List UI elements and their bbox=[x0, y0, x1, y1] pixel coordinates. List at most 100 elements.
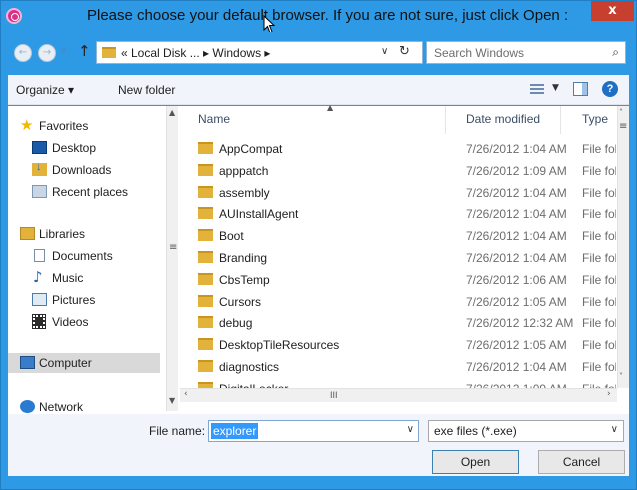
file-name: AppCompat bbox=[219, 142, 283, 156]
file-list-horizontal-scrollbar[interactable]: ‹ III › bbox=[180, 388, 617, 402]
sidebar-item-downloads[interactable]: Downloads bbox=[8, 160, 160, 180]
refresh-icon[interactable]: ↻ bbox=[399, 44, 410, 59]
organize-button[interactable]: Organize ▾ bbox=[16, 83, 74, 97]
column-header-label: Date modified bbox=[466, 112, 541, 126]
app-logo-icon bbox=[6, 8, 22, 24]
title-bar: Please choose your default browser. If y… bbox=[1, 1, 636, 34]
file-type: File fol bbox=[582, 207, 616, 222]
table-row[interactable]: Cursors 7/26/2012 1:05 AM File fol bbox=[180, 291, 617, 313]
search-icon[interactable]: ⌕ bbox=[612, 45, 619, 60]
close-button[interactable]: x bbox=[591, 1, 634, 21]
folder-icon bbox=[198, 185, 213, 198]
file-date-modified: 7/26/2012 1:04 AM bbox=[466, 142, 567, 156]
address-bar[interactable]: « Local Disk ... ▸ Windows ▸ ∨ ↻ bbox=[96, 41, 423, 64]
file-name: CbsTemp bbox=[219, 272, 270, 287]
forward-button[interactable]: → bbox=[38, 44, 56, 62]
up-button[interactable]: ↑ bbox=[78, 42, 91, 60]
file-type: File fol bbox=[582, 316, 616, 331]
sidebar-item-label: Videos bbox=[52, 315, 89, 329]
file-type-select[interactable]: exe files (*.exe) ∨ bbox=[428, 420, 624, 442]
pictures-icon bbox=[32, 293, 47, 306]
scroll-up-arrow-icon[interactable]: ▲ bbox=[169, 108, 175, 117]
table-row[interactable]: CbsTemp 7/26/2012 1:06 AM File fol bbox=[180, 269, 617, 291]
folder-icon bbox=[198, 360, 213, 372]
sidebar-item-libraries[interactable]: Libraries bbox=[8, 224, 160, 244]
file-name: Boot bbox=[219, 229, 244, 244]
file-name: AUInstallAgent bbox=[219, 207, 299, 222]
cancel-button[interactable]: Cancel bbox=[538, 450, 625, 474]
column-header-label: Name bbox=[198, 112, 231, 126]
table-row[interactable]: apppatch 7/26/2012 1:09 AM File fol bbox=[180, 160, 617, 182]
column-header-type[interactable]: Type bbox=[561, 106, 617, 134]
table-row[interactable]: Branding 7/26/2012 1:04 AM File fol bbox=[180, 247, 617, 269]
sidebar-item-recent-places[interactable]: Recent places bbox=[8, 182, 160, 202]
file-date-modified: 7/26/2012 1:04 AM bbox=[466, 360, 567, 374]
folder-icon bbox=[198, 338, 213, 351]
column-header-name[interactable]: Name ▲ bbox=[180, 103, 446, 134]
search-input[interactable]: Search Windows ⌕ bbox=[426, 41, 626, 64]
filename-input[interactable]: explorer ∨ bbox=[208, 420, 419, 442]
scroll-grip-icon[interactable]: III bbox=[330, 390, 338, 400]
scroll-right-arrow-icon[interactable]: › bbox=[607, 389, 611, 399]
recent-locations-dropdown-icon[interactable]: ▿ bbox=[61, 46, 66, 57]
file-list-vertical-scrollbar[interactable]: ˄ ≡ ˅ bbox=[617, 106, 629, 388]
desktop-icon bbox=[32, 141, 47, 154]
table-row[interactable]: AUInstallAgent 7/26/2012 1:04 AM File fol bbox=[180, 203, 617, 225]
open-button[interactable]: Open bbox=[432, 450, 519, 474]
table-row[interactable]: AppCompat 7/26/2012 1:04 AM File fol bbox=[180, 138, 617, 160]
folder-icon bbox=[198, 142, 213, 154]
sidebar-item-label: Music bbox=[52, 271, 84, 285]
table-row[interactable]: DesktopTileResources 7/26/2012 1:05 AM Fil… bbox=[180, 334, 617, 356]
sidebar-item-label: Pictures bbox=[52, 293, 96, 307]
file-type: File fol bbox=[582, 272, 616, 287]
table-row[interactable]: debug 7/26/2012 12:32 AM File fol bbox=[180, 312, 617, 334]
sidebar-item-label: Desktop bbox=[52, 141, 97, 155]
recent-places-icon bbox=[32, 185, 47, 198]
file-name: debug bbox=[219, 316, 253, 331]
sidebar-item-desktop[interactable]: Desktop bbox=[8, 138, 160, 158]
file-name: Cursors bbox=[219, 294, 262, 309]
filename-label: File name: bbox=[149, 424, 206, 438]
file-date-modified: 7/26/2012 1:04 AM bbox=[466, 207, 567, 222]
sort-ascending-icon: ▲ bbox=[327, 103, 334, 112]
scroll-grip-icon[interactable]: ≡ bbox=[169, 242, 177, 253]
file-type-dropdown-icon[interactable]: ∨ bbox=[611, 424, 618, 435]
back-button[interactable]: ← bbox=[14, 44, 32, 62]
file-date-modified: 7/26/2012 1:06 AM bbox=[466, 272, 567, 287]
sidebar-item-documents[interactable]: Documents bbox=[8, 246, 160, 266]
sidebar-item-computer[interactable]: Computer bbox=[8, 353, 160, 373]
scroll-up-arrow-icon[interactable]: ˄ bbox=[619, 108, 623, 117]
table-row[interactable]: Boot 7/26/2012 1:04 AM File fol bbox=[180, 225, 617, 247]
help-icon[interactable]: ? bbox=[602, 81, 618, 97]
sidebar-scrollbar[interactable]: ▲ ≡ ▼ bbox=[166, 106, 178, 411]
table-row[interactable]: diagnostics 7/26/2012 1:04 AM File fol bbox=[180, 356, 617, 378]
sidebar-item-label: Computer bbox=[39, 356, 92, 370]
sidebar-item-pictures[interactable]: Pictures bbox=[8, 290, 160, 310]
file-type-value: exe files (*.exe) bbox=[434, 424, 517, 438]
table-row[interactable]: assembly 7/26/2012 1:04 AM File fol bbox=[180, 182, 617, 204]
sidebar-item-favorites[interactable]: ★ Favorites bbox=[8, 116, 160, 136]
file-type: File fol bbox=[582, 294, 616, 309]
sidebar-item-music[interactable]: ♪ Music bbox=[8, 268, 160, 288]
sidebar-item-videos[interactable]: Videos bbox=[8, 312, 160, 332]
file-type: File fol bbox=[582, 338, 616, 353]
filename-value[interactable]: explorer bbox=[211, 423, 259, 439]
column-header-date-modified[interactable]: Date modified bbox=[446, 106, 561, 134]
filename-dropdown-icon[interactable]: ∨ bbox=[407, 424, 414, 435]
file-type: File fol bbox=[582, 185, 616, 200]
new-folder-button[interactable]: New folder bbox=[118, 83, 175, 97]
scroll-down-arrow-icon[interactable]: ˅ bbox=[619, 372, 623, 381]
address-path[interactable]: « Local Disk ... ▸ Windows ▸ bbox=[121, 46, 270, 60]
column-header-label: Type bbox=[582, 112, 609, 126]
file-name: apppatch bbox=[219, 163, 269, 178]
file-date-modified: 7/26/2012 1:04 AM bbox=[466, 251, 567, 265]
change-view-icon[interactable] bbox=[530, 82, 544, 96]
scroll-grip-icon[interactable]: ≡ bbox=[619, 121, 627, 132]
folder-icon bbox=[198, 272, 213, 285]
preview-pane-icon[interactable] bbox=[573, 82, 588, 96]
scroll-left-arrow-icon[interactable]: ‹ bbox=[184, 389, 188, 399]
address-dropdown-icon[interactable]: ∨ bbox=[381, 46, 388, 57]
scroll-down-arrow-icon[interactable]: ▼ bbox=[169, 396, 175, 405]
file-type: File fol bbox=[582, 229, 616, 244]
view-options-dropdown-icon[interactable]: ▼ bbox=[552, 83, 559, 93]
